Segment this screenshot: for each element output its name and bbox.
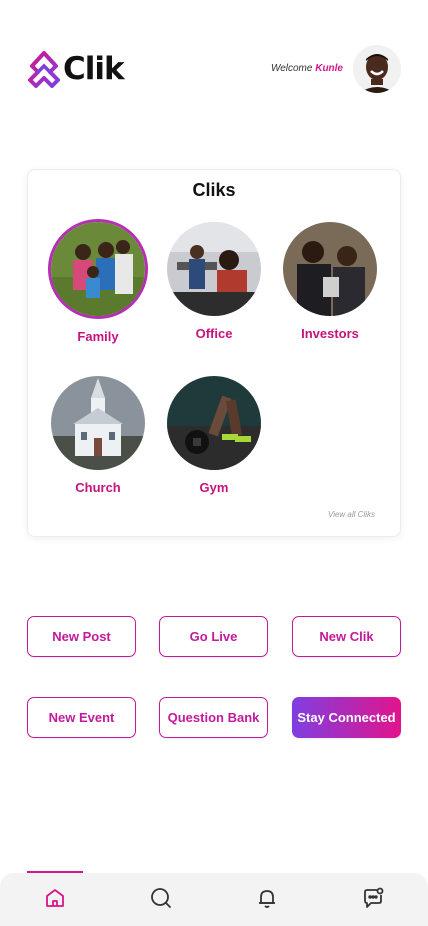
clik-investors[interactable]: Investors	[275, 222, 385, 341]
new-event-button[interactable]: New Event	[27, 697, 136, 738]
new-clik-button[interactable]: New Clik	[292, 616, 401, 657]
clik-family-photo	[48, 219, 148, 319]
user-avatar[interactable]	[353, 45, 401, 93]
clik-office-label: Office	[195, 326, 233, 341]
clik-church[interactable]: Church	[43, 376, 153, 495]
clik-family[interactable]: Family	[43, 219, 153, 344]
new-post-button[interactable]: New Post	[27, 616, 136, 657]
welcome-prefix: Welcome	[270, 63, 313, 74]
cliks-card: Cliks Family Office Investors Church Gym…	[27, 169, 401, 537]
view-all-cliks-link[interactable]: View all Cliks	[328, 510, 375, 519]
chat-icon[interactable]	[360, 885, 386, 911]
bottom-nav	[0, 873, 428, 926]
clik-gym[interactable]: Gym	[159, 376, 269, 495]
clik-logo[interactable]: Clik	[26, 50, 125, 88]
clik-office[interactable]: Office	[159, 222, 269, 341]
stay-connected-button[interactable]: Stay Connected	[292, 697, 401, 738]
app-header: Clik Welcome Kunle	[0, 0, 428, 120]
clik-investors-photo	[283, 222, 377, 316]
go-live-button[interactable]: Go Live	[159, 616, 268, 657]
clik-church-label: Church	[75, 480, 121, 495]
clik-logo-icon	[26, 50, 62, 88]
clik-gym-photo	[167, 376, 261, 470]
clik-investors-label: Investors	[301, 326, 359, 341]
question-bank-button[interactable]: Question Bank	[159, 697, 268, 738]
app-name: Clik	[63, 51, 125, 87]
clik-church-photo	[51, 376, 145, 470]
clik-office-photo	[167, 222, 261, 316]
clik-gym-label: Gym	[199, 480, 229, 495]
cliks-title: Cliks	[192, 180, 236, 200]
clik-family-label: Family	[77, 329, 119, 344]
user-name: Kunle	[315, 63, 343, 74]
bell-icon[interactable]	[254, 885, 280, 911]
welcome-text: Welcome Kunle	[271, 63, 343, 74]
search-icon[interactable]	[148, 885, 174, 911]
home-icon[interactable]	[42, 885, 68, 911]
